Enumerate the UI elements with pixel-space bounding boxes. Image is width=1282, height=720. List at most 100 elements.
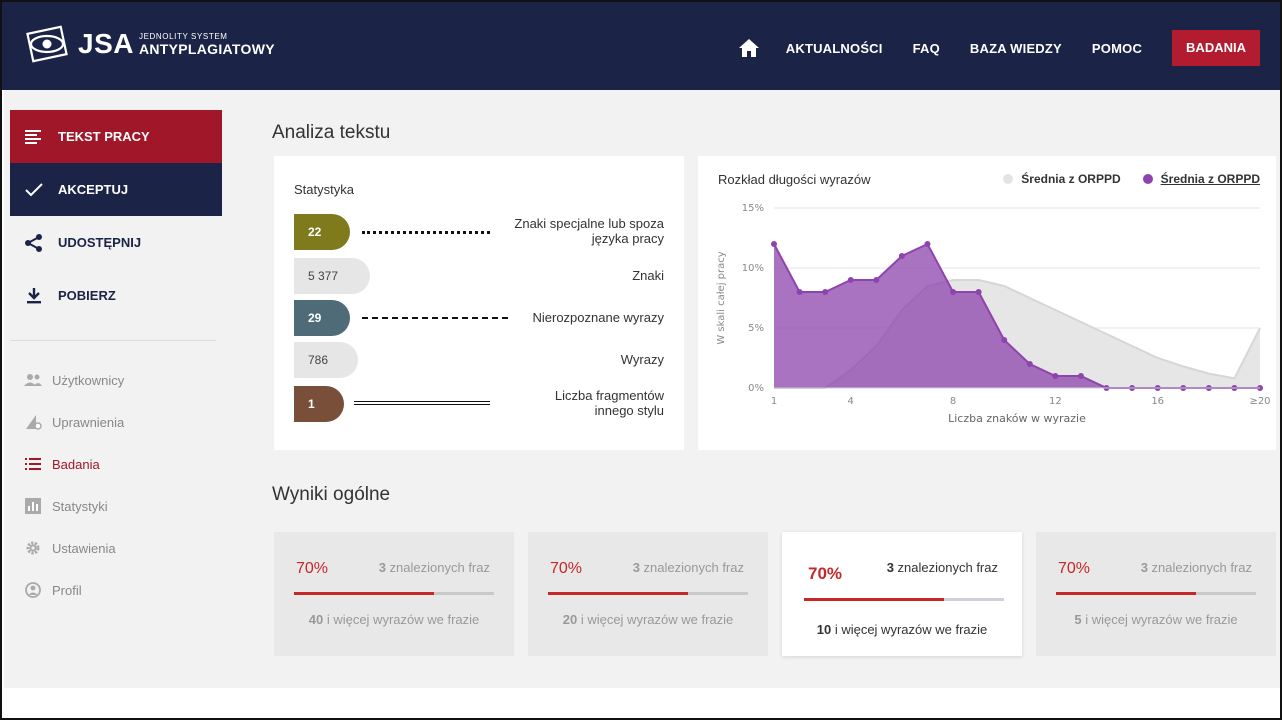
data-point: [924, 241, 931, 247]
sidebar: TEKST PRACY AKCEPTUJ UDOSTĘPNIJ POBIERZ: [10, 110, 222, 611]
brand-name: JSA: [78, 28, 134, 59]
nav-item-help[interactable]: POMOC: [1092, 41, 1142, 56]
stat-row-words: 786 Wyrazy: [294, 342, 664, 378]
result-words-threshold: 10 i więcej wyrazów we frazie: [816, 622, 988, 637]
stat-value-badge: 1: [294, 386, 344, 422]
sidebar-item-statistics[interactable]: Statystyki: [10, 485, 222, 527]
sidebar-action-accept[interactable]: AKCEPTUJ: [10, 163, 222, 216]
x-tick-label: 1: [771, 396, 777, 407]
sidebar-item-profile[interactable]: Profil: [10, 569, 222, 611]
sidebar-item-users[interactable]: Użytkownicy: [10, 359, 222, 401]
result-card-selected[interactable]: 70% 3 znalezionych fraz 10 i więcej wyra…: [782, 532, 1022, 656]
stat-value-badge: 22: [294, 214, 350, 250]
result-card[interactable]: 70% 3 znalezionych fraz 40 i więcej wyra…: [274, 532, 514, 656]
sidebar-item-label: Profil: [52, 582, 82, 598]
result-progress-bar: [804, 598, 1004, 601]
sidebar-action-label: UDOSTĘPNIJ: [58, 235, 142, 250]
result-phrase-count: 3 znalezionych fraz: [632, 560, 744, 575]
logo[interactable]: JSA JEDNOLITY SYSTEM ANTYPLAGIATOWY: [24, 24, 275, 64]
data-point: [1001, 337, 1008, 343]
data-point: [898, 253, 905, 259]
legend-item-average-purple[interactable]: Średnia z ORPPD: [1142, 172, 1260, 186]
stat-leader-dashed: [362, 317, 508, 319]
nav-item-news[interactable]: AKTUALNOŚCI: [786, 41, 883, 56]
download-icon: [24, 286, 44, 306]
result-progress-bar: [548, 592, 748, 595]
result-percent: 70%: [1058, 560, 1091, 577]
stat-value-badge: 786: [294, 342, 358, 378]
nav-item-faq[interactable]: FAQ: [913, 41, 940, 56]
data-point: [1077, 373, 1084, 379]
analysis-title: Analiza tekstu: [272, 122, 391, 143]
stat-label: Nierozpoznane wyrazy: [532, 309, 664, 325]
x-tick-label: 4: [848, 396, 854, 407]
top-bar: JSA JEDNOLITY SYSTEM ANTYPLAGIATOWY AKTU…: [2, 2, 1280, 90]
y-tick-label: 0%: [748, 383, 764, 394]
data-point: [796, 289, 803, 295]
result-progress-fill: [294, 592, 434, 595]
sidebar-item-settings[interactable]: Ustawienia: [10, 527, 222, 569]
list-icon: [24, 455, 42, 473]
users-icon: [24, 371, 42, 389]
legend-item-average-gray[interactable]: Średnia z ORPPD: [1003, 172, 1121, 186]
content-area: TEKST PRACY AKCEPTUJ UDOSTĘPNIJ POBIERZ: [4, 90, 1280, 688]
home-icon[interactable]: [738, 37, 760, 59]
result-progress-fill: [1056, 592, 1196, 595]
stat-value-badge: 29: [294, 300, 350, 336]
stat-leader-double: [354, 401, 490, 405]
sidebar-divider: [10, 340, 216, 341]
legend-dot-purple: [1142, 174, 1153, 184]
sidebar-action-text[interactable]: TEKST PRACY: [10, 110, 222, 163]
eye-logo-icon: [26, 25, 68, 63]
y-tick-label: 15%: [742, 203, 764, 214]
word-length-chart-card: 0% 5% 10% 15% 1 4 8 12 16 ≥20 Liczba znaków w wyra…: [698, 156, 1276, 450]
brand-subtitle: JEDNOLITY SYSTEM ANTYPLAGIATOWY: [138, 32, 275, 57]
sidebar-action-share[interactable]: UDOSTĘPNIJ: [10, 216, 222, 269]
result-card[interactable]: 70% 3 znalezionych fraz 5 i więcej wyraz…: [1036, 532, 1276, 656]
stat-label: Liczba fragmentów innego stylu: [554, 388, 664, 418]
sidebar-item-permissions[interactable]: Uprawnienia: [10, 401, 222, 443]
result-phrase-count: 3 znalezionych fraz: [378, 560, 490, 575]
x-tick-label: ≥20: [1249, 396, 1270, 407]
results-title: Wyniki ogólne: [272, 484, 391, 505]
legend-dot-gray: [1003, 174, 1014, 184]
stat-label: Wyrazy: [620, 351, 664, 367]
data-point: [950, 289, 957, 295]
sidebar-item-label: Ustawienia: [52, 540, 116, 556]
nav-item-knowledge-base[interactable]: BAZA WIEDZY: [970, 41, 1062, 56]
sidebar-action-download[interactable]: POBIERZ: [10, 269, 222, 322]
sidebar-item-research[interactable]: Badania: [10, 443, 222, 485]
stat-row-unknown-words: 29 Nierozpoznane wyrazy: [294, 300, 664, 336]
result-progress-fill: [548, 592, 688, 595]
main-nav: AKTUALNOŚCI FAQ BAZA WIEDZY POMOC BADANI…: [738, 30, 1260, 66]
stat-row-chars: 5 377 Znaki: [294, 258, 664, 294]
bar-chart-icon: [24, 497, 42, 515]
statistics-card: Statystyka 22 Znaki specjalne lub spoza …: [274, 156, 684, 450]
data-point: [822, 289, 829, 295]
sidebar-action-label: POBIERZ: [58, 288, 116, 303]
sidebar-action-label: TEKST PRACY: [58, 129, 150, 144]
sidebar-action-label: AKCEPTUJ: [58, 182, 129, 197]
share-icon: [24, 233, 44, 253]
stat-row-special-chars: 22 Znaki specjalne lub spoza języka prac…: [294, 214, 664, 250]
data-point: [1026, 361, 1033, 367]
y-axis-title: W skali całej pracy: [716, 251, 727, 344]
stat-label: Znaki specjalne lub spoza języka pracy: [514, 216, 664, 246]
sidebar-item-label: Uprawnienia: [52, 414, 125, 430]
brand-subtitle-bottom: ANTYPLAGIATOWY: [138, 40, 275, 57]
data-point: [847, 277, 854, 283]
chart-legend: Średnia z ORPPD Średnia z ORPPD: [981, 172, 1260, 186]
result-phrase-count: 3 znalezionych fraz: [886, 560, 998, 575]
gear-icon: [24, 539, 42, 557]
check-icon: [24, 180, 44, 200]
result-card[interactable]: 70% 3 znalezionych fraz 20 i więcej wyra…: [528, 532, 768, 656]
result-percent: 70%: [296, 560, 329, 577]
nav-research-button[interactable]: BADANIA: [1172, 30, 1260, 66]
result-words-threshold: 20 i więcej wyrazów we frazie: [562, 612, 734, 627]
stat-leader-dotted: [362, 231, 490, 234]
sidebar-item-label: Użytkownicy: [52, 372, 125, 388]
stat-row-style-fragments: 1 Liczba fragmentów innego stylu: [294, 386, 664, 422]
x-tick-label: 12: [1049, 396, 1062, 407]
stat-value-badge: 5 377: [294, 258, 370, 294]
permissions-icon: [24, 413, 42, 431]
